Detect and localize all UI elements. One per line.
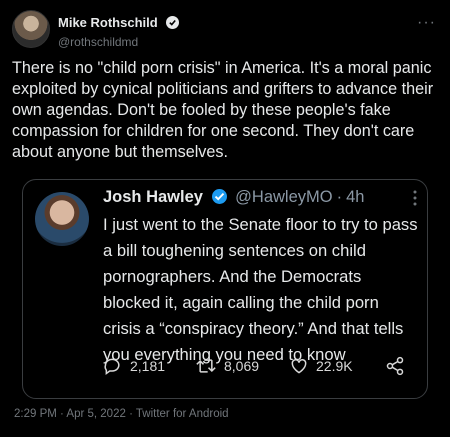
more-options-icon[interactable]: ··· (417, 14, 436, 32)
verified-badge-icon (166, 16, 180, 29)
separator-dot: · (336, 188, 343, 206)
quoted-tweet-actions: 2,181 8,069 22.9K (103, 356, 413, 382)
reply-button[interactable]: 2,181 (103, 356, 165, 376)
author-info: Mike Rothschild @rothschildmd (58, 14, 180, 49)
retweet-icon (196, 359, 216, 373)
author-avatar[interactable] (12, 10, 50, 48)
like-count: 22.9K (316, 358, 353, 374)
tweet-timestamp[interactable]: 2:29 PM · Apr 5, 2022 · Twitter for Andr… (14, 408, 229, 420)
author-handle[interactable]: @rothschildmd (58, 35, 179, 49)
tweet-header: Mike Rothschild @rothschildmd ··· (12, 10, 440, 54)
heart-icon (291, 358, 307, 374)
author-display-name[interactable]: Mike Rothschild (58, 15, 158, 30)
quoted-timestamp[interactable]: 4h (346, 188, 364, 206)
reply-count: 2,181 (130, 358, 166, 374)
share-button[interactable] (385, 356, 405, 376)
quoted-handle[interactable]: @HawleyMO (235, 188, 332, 206)
quoted-tweet[interactable]: Josh Hawley @HawleyMO · 4h I just went to … (22, 179, 428, 399)
like-button[interactable]: 22.9K (289, 356, 353, 376)
retweet-count: 8,069 (224, 358, 260, 374)
retweet-button[interactable]: 8,069 (195, 356, 259, 376)
tweet-text: There is no "child porn crisis" in Ameri… (12, 59, 434, 161)
quoted-tweet-text: I just went to the Senate floor to try t… (103, 215, 418, 364)
quoted-tweet-header: Josh Hawley @HawleyMO · 4h (103, 188, 364, 207)
quoted-display-name[interactable]: Josh Hawley (103, 188, 203, 206)
quoted-author-avatar[interactable] (35, 192, 89, 246)
quoted-more-options-icon[interactable] (413, 190, 417, 209)
verified-badge-icon (211, 189, 227, 204)
share-icon (386, 356, 404, 376)
reply-icon (104, 358, 120, 375)
